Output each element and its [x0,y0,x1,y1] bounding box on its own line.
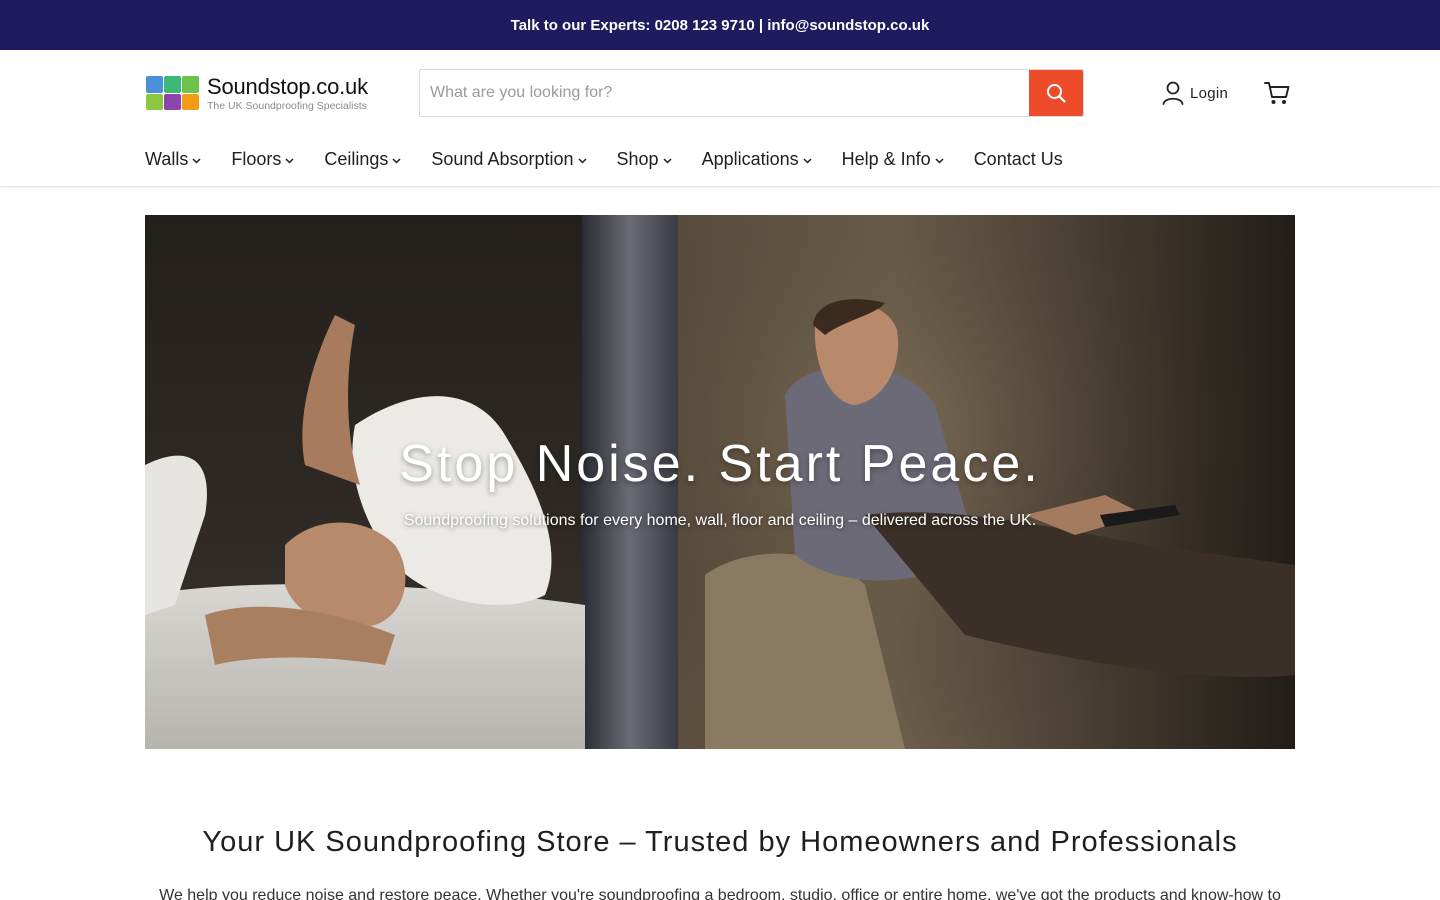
logo-name: Soundstop.co.uk [207,74,368,99]
nav-item-ceilings[interactable]: Ceilings [324,149,401,170]
logo-tile [164,76,181,93]
search-input[interactable] [420,70,1029,116]
contact-info-text: Talk to our Experts: 0208 123 9710 | inf… [510,16,930,34]
search-bar [419,69,1084,117]
nav-item-label: Walls [145,148,189,169]
nav-item-shop[interactable]: Shop [617,149,672,170]
login-label: Login [1190,84,1229,102]
top-announcement-bar: Talk to our Experts: 0208 123 9710 | inf… [0,0,1440,50]
site-header: Soundstop.co.uk The UK Soundproofing Spe… [0,50,1440,187]
nav-item-label: Help & Info [841,148,931,169]
section-heading: Your UK Soundproofing Store – Trusted by… [202,826,1238,858]
logo-tile [182,93,199,110]
chevron-down-icon [935,157,944,164]
nav-item-label: Applications [701,148,799,169]
nav-item-label: Floors [231,148,282,169]
logo-tile [146,93,163,110]
logo-tagline: The UK Soundproofing Specialists [207,100,367,112]
logo[interactable]: Soundstop.co.uk The UK Soundproofing Spe… [146,75,386,115]
logo-tile [182,76,199,93]
hero-title: Stop Noise. Start Peace. [399,435,1041,493]
search-button[interactable] [1029,70,1083,116]
logo-tile [146,76,163,93]
chevron-down-icon [192,157,201,164]
nav-item-contact-us[interactable]: Contact Us [974,149,1063,170]
cart-icon [1264,82,1290,104]
hero-banner: Stop Noise. Start Peace. Soundproofing s… [145,215,1295,749]
cart-button[interactable] [1263,80,1291,106]
logo-tile [164,93,181,110]
nav-item-walls[interactable]: Walls [145,149,201,170]
nav-item-sound-absorption[interactable]: Sound Absorption [431,148,587,170]
nav-item-floors[interactable]: Floors [231,149,294,170]
nav-item-label: Contact Us [973,148,1063,169]
user-icon [1162,81,1184,105]
main-navigation: Walls Floors Ceilings Sound Absorption Shop A… [145,147,1093,171]
chevron-down-icon [577,157,587,164]
login-link[interactable]: Login [1162,80,1228,106]
nav-item-label: Sound Absorption [431,148,574,169]
chevron-down-icon [663,157,672,164]
logo-mark [146,76,199,110]
chevron-down-icon [392,157,401,164]
nav-item-label: Shop [616,148,659,169]
nav-item-help-info[interactable]: Help & Info [842,149,944,170]
search-icon [1047,84,1066,103]
chevron-down-icon [803,157,812,164]
hero-subtitle: Soundproofing solutions for every home, … [403,512,1037,529]
section-intro-text: We help you reduce noise and restore pea… [159,887,1281,900]
chevron-down-icon [285,157,294,164]
nav-item-label: Ceilings [324,148,389,169]
nav-item-applications[interactable]: Applications [702,149,812,170]
